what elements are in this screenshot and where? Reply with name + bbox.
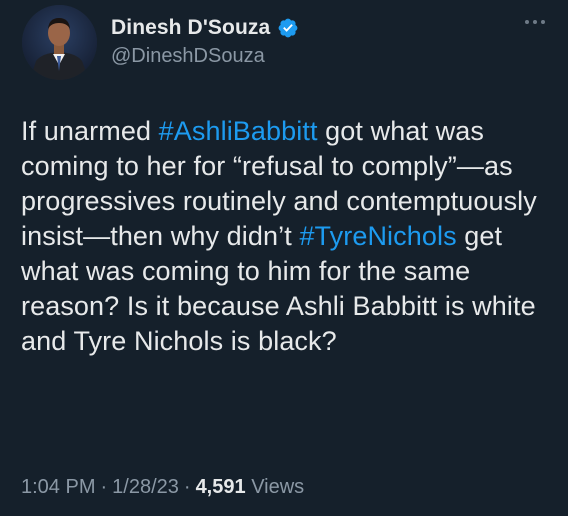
author-name-row[interactable]: Dinesh D'Souza xyxy=(111,16,299,40)
dot xyxy=(541,20,545,24)
separator: · xyxy=(183,476,191,498)
tweet-text-segment: If unarmed xyxy=(21,116,159,146)
tweet-meta: 1:04 PM · 1/28/23 · 4,591 Views xyxy=(21,476,304,499)
hashtag-link[interactable]: #AshliBabbitt xyxy=(159,116,318,146)
tweet-text: If unarmed #AshliBabbitt got what was co… xyxy=(21,114,551,359)
dot xyxy=(525,20,529,24)
tweet-date[interactable]: 1/28/23 xyxy=(112,476,179,498)
separator: · xyxy=(100,476,108,498)
dot xyxy=(533,20,537,24)
tweet-card: Dinesh D'Souza @DineshDSouza If unarmed … xyxy=(0,0,568,516)
more-options-icon[interactable] xyxy=(525,20,545,24)
verified-badge-icon xyxy=(278,18,298,38)
handle[interactable]: @DineshDSouza xyxy=(111,45,265,68)
views-count: 4,591 xyxy=(195,476,246,498)
display-name[interactable]: Dinesh D'Souza xyxy=(111,16,270,40)
hashtag-link[interactable]: #TyreNichols xyxy=(299,221,456,251)
views-label: Views xyxy=(251,476,305,498)
tweet-time[interactable]: 1:04 PM xyxy=(21,476,95,498)
avatar[interactable] xyxy=(22,5,97,80)
